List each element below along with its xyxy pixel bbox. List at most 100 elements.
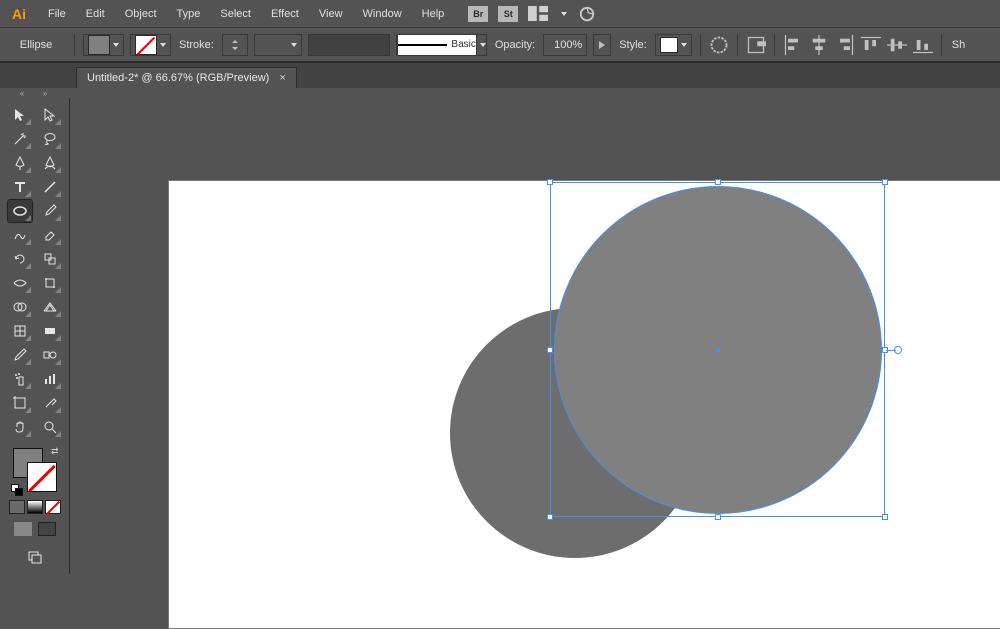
slice-tool[interactable] — [38, 392, 62, 414]
selection-handle-tl[interactable] — [547, 179, 553, 185]
lasso-tool[interactable] — [38, 128, 62, 150]
selection-tool[interactable] — [8, 104, 32, 126]
menu-edit[interactable]: Edit — [76, 0, 115, 28]
shaper-tool[interactable] — [8, 224, 32, 246]
brush-style-label: Basic — [451, 39, 475, 50]
hand-tool[interactable] — [8, 416, 32, 438]
app-logo: Ai — [8, 3, 30, 25]
brush-definition-dropdown[interactable]: Basic — [396, 34, 487, 56]
selection-handle-tm[interactable] — [715, 179, 721, 185]
default-fill-stroke-icon[interactable] — [11, 484, 21, 494]
paintbrush-tool[interactable] — [38, 200, 62, 222]
brush-preview: Basic — [397, 34, 477, 56]
fill-swatch — [88, 35, 110, 55]
selection-handle-tr[interactable] — [882, 179, 888, 185]
eyedropper-tool[interactable] — [8, 344, 32, 366]
menu-help[interactable]: Help — [412, 0, 455, 28]
menu-window[interactable]: Window — [353, 0, 412, 28]
tools-panel: ⇄ — [0, 98, 70, 574]
menu-bar: Ai File Edit Object Type Select Effect V… — [0, 0, 1000, 28]
direct-selection-tool[interactable] — [38, 104, 62, 126]
divider — [700, 34, 701, 56]
gradient-tool[interactable] — [38, 320, 62, 342]
fill-swatch-dropdown[interactable] — [83, 34, 124, 56]
align-to-icon[interactable] — [746, 35, 766, 55]
draw-normal-icon[interactable] — [14, 522, 32, 536]
selection-rotate-handle[interactable] — [894, 346, 902, 354]
bridge-badge[interactable]: Br — [468, 6, 488, 22]
document-tab[interactable]: Untitled-2* @ 66.67% (RGB/Preview) × — [76, 67, 297, 88]
control-bar: Ellipse Stroke: Basic Opacity: Style: Sh — [0, 28, 1000, 62]
divider — [74, 34, 75, 56]
canvas-area[interactable] — [70, 88, 1000, 629]
color-mode-none[interactable] — [45, 500, 61, 514]
eraser-tool[interactable] — [38, 224, 62, 246]
stroke-swatch-dropdown[interactable] — [130, 34, 171, 56]
stock-badge[interactable]: St — [498, 6, 518, 22]
type-tool[interactable] — [8, 176, 32, 198]
fill-stroke-control[interactable]: ⇄ — [13, 448, 57, 492]
mesh-tool[interactable] — [8, 320, 32, 342]
gpu-preview-icon[interactable] — [577, 6, 597, 22]
selection-center-point[interactable] — [716, 348, 720, 352]
zoom-tool[interactable] — [38, 416, 62, 438]
arrange-documents-icon[interactable] — [528, 6, 548, 22]
align-left-icon[interactable] — [783, 35, 803, 55]
color-mode-solid[interactable] — [9, 500, 25, 514]
scale-tool[interactable] — [38, 248, 62, 270]
selection-type-label: Ellipse — [6, 35, 66, 55]
selection-handle-bl[interactable] — [547, 514, 553, 520]
menu-select[interactable]: Select — [210, 0, 261, 28]
menu-object[interactable]: Object — [115, 0, 167, 28]
stroke-label: Stroke: — [177, 39, 216, 51]
menu-file[interactable]: File — [38, 0, 76, 28]
screen-mode-icon[interactable] — [23, 546, 47, 568]
column-graph-tool[interactable] — [38, 368, 62, 390]
color-mode-gradient[interactable] — [27, 500, 43, 514]
shape-builder-tool[interactable] — [8, 296, 32, 318]
symbol-sprayer-tool[interactable] — [8, 368, 32, 390]
truncated-label: Sh — [950, 39, 967, 51]
draw-behind-icon[interactable] — [38, 522, 56, 536]
align-center-v-icon[interactable] — [887, 35, 907, 55]
recolor-artwork-icon[interactable] — [709, 35, 729, 55]
arrange-documents-caret[interactable] — [561, 12, 567, 16]
selection-handle-ml[interactable] — [547, 347, 553, 353]
align-bottom-icon[interactable] — [913, 35, 933, 55]
align-center-h-icon[interactable] — [809, 35, 829, 55]
divider — [941, 34, 942, 56]
stroke-weight-stepper[interactable] — [222, 34, 248, 56]
pen-tool[interactable] — [8, 152, 32, 174]
align-top-icon[interactable] — [861, 35, 881, 55]
swap-fill-stroke-icon[interactable]: ⇄ — [51, 446, 59, 457]
close-tab-icon[interactable]: × — [279, 72, 285, 84]
blend-tool[interactable] — [38, 344, 62, 366]
menu-view[interactable]: View — [309, 0, 353, 28]
style-label: Style: — [617, 39, 649, 51]
opacity-input[interactable] — [543, 34, 587, 56]
rotate-tool[interactable] — [8, 248, 32, 270]
divider — [737, 34, 738, 56]
graphic-style-dropdown[interactable] — [655, 34, 692, 56]
variable-width-profile[interactable] — [308, 34, 390, 56]
opacity-label: Opacity: — [493, 39, 537, 51]
tools-panel-collapse-grip[interactable]: « » — [0, 88, 70, 98]
perspective-grid-tool[interactable] — [38, 296, 62, 318]
line-segment-tool[interactable] — [38, 176, 62, 198]
selection-handle-br[interactable] — [882, 514, 888, 520]
align-right-icon[interactable] — [835, 35, 855, 55]
free-transform-tool[interactable] — [38, 272, 62, 294]
magic-wand-tool[interactable] — [8, 128, 32, 150]
artboard-tool[interactable] — [8, 392, 32, 414]
selection-bounding-box[interactable] — [550, 182, 885, 517]
opacity-slider-toggle[interactable] — [593, 34, 611, 56]
curvature-tool[interactable] — [38, 152, 62, 174]
selection-handle-bm[interactable] — [715, 514, 721, 520]
stroke-color-swatch[interactable] — [27, 462, 57, 492]
ellipse-tool[interactable] — [8, 200, 32, 222]
stroke-weight-dropdown[interactable] — [254, 34, 302, 56]
document-tab-title: Untitled-2* @ 66.67% (RGB/Preview) — [87, 72, 269, 84]
menu-effect[interactable]: Effect — [261, 0, 309, 28]
menu-type[interactable]: Type — [167, 0, 211, 28]
width-tool[interactable] — [8, 272, 32, 294]
